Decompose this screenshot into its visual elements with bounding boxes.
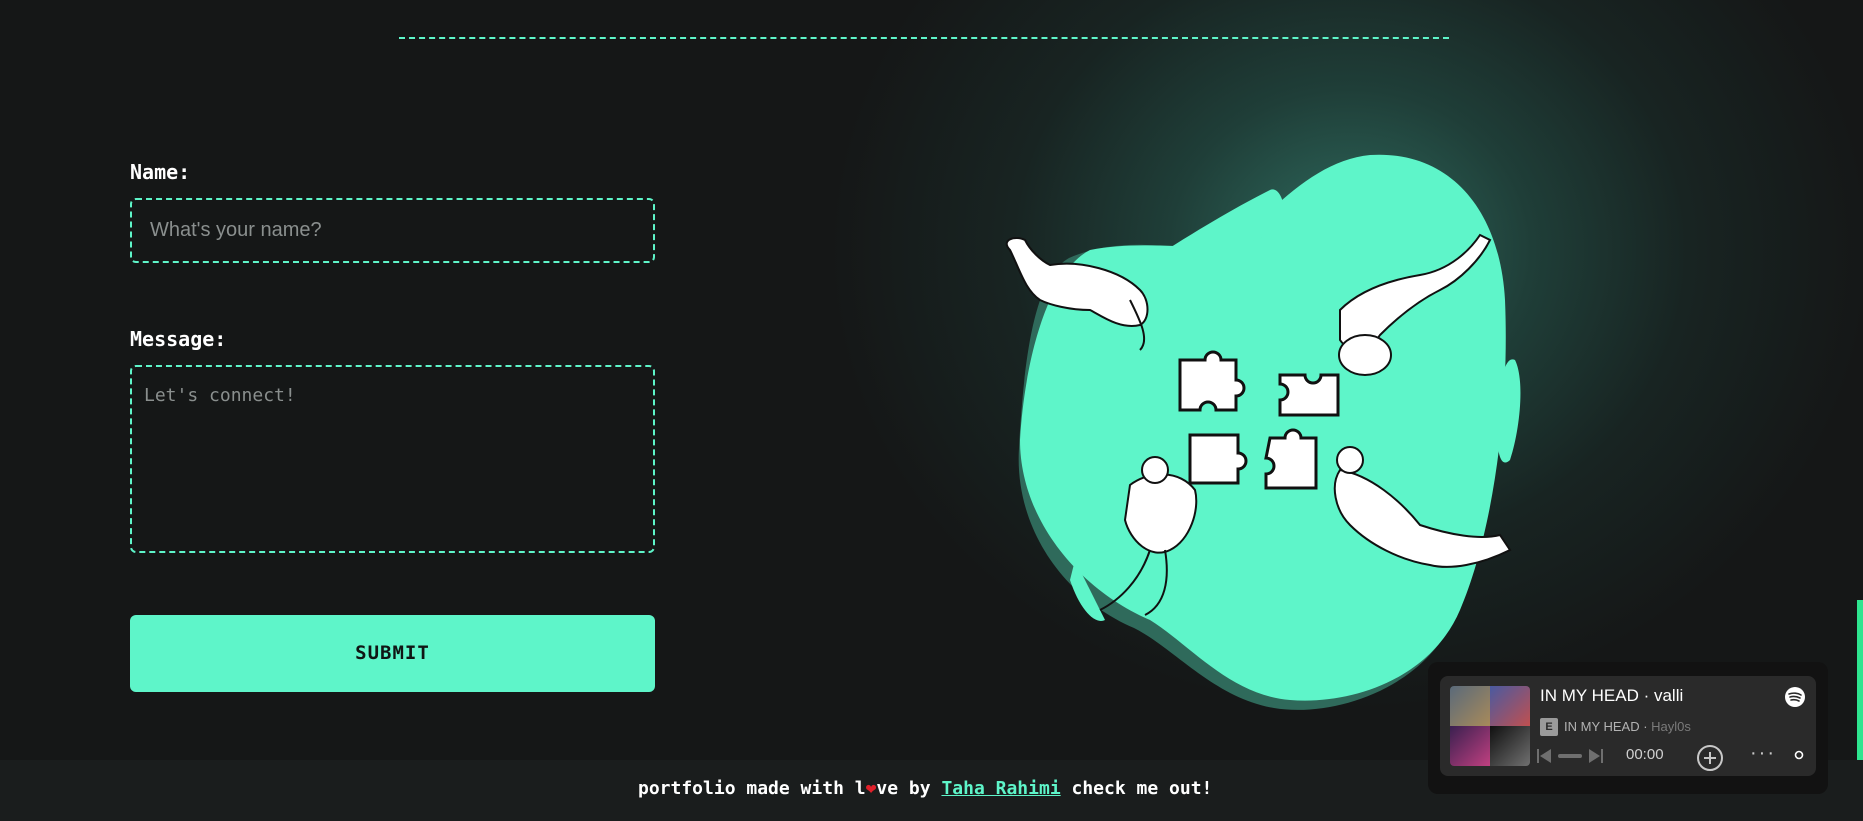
separator: · <box>1639 719 1652 734</box>
more-icon[interactable]: ··· <box>1750 742 1776 765</box>
team-puzzle-illustration <box>1005 154 1521 710</box>
footer-text-end: check me out! <box>1060 778 1213 799</box>
artist-name[interactable]: Hayl0s <box>1651 719 1691 734</box>
footer-text-start: portfolio made with l <box>638 778 866 799</box>
spotify-player: IN MY HEAD · valli E IN MY HEAD · Hayl0s… <box>1440 676 1816 776</box>
play-indicator-icon[interactable] <box>1794 750 1804 760</box>
heart-icon: ❤ <box>865 778 877 799</box>
footer-text-middle: ve by <box>876 778 942 799</box>
message-textarea[interactable]: Let's connect! <box>130 365 655 553</box>
message-label: Message: <box>130 327 227 351</box>
contact-page: Name: What's your name? Message: Let's c… <box>0 0 1863 821</box>
name-label: Name: <box>130 160 191 184</box>
track-title[interactable]: IN MY HEAD · valli <box>1540 686 1683 706</box>
album-art-mosaic[interactable] <box>1450 686 1530 766</box>
track-subline: IN MY HEAD · Hayl0s <box>1564 719 1691 734</box>
spotify-icon[interactable] <box>1784 686 1806 708</box>
author-link[interactable]: Taha Rahimi <box>941 778 1060 799</box>
progress-bar[interactable] <box>1558 754 1582 758</box>
next-icon[interactable] <box>1586 746 1606 766</box>
section-divider <box>399 37 1449 39</box>
add-icon[interactable] <box>1696 744 1724 772</box>
explicit-badge: E <box>1540 718 1558 736</box>
previous-icon[interactable] <box>1534 746 1554 766</box>
name-input[interactable]: What's your name? <box>130 198 655 263</box>
album-name[interactable]: IN MY HEAD <box>1564 719 1640 734</box>
submit-button[interactable]: SUBMIT <box>130 615 655 692</box>
spotify-embed: IN MY HEAD · valli E IN MY HEAD · Hayl0s… <box>1428 662 1828 794</box>
playback-time: 00:00 <box>1626 746 1664 763</box>
